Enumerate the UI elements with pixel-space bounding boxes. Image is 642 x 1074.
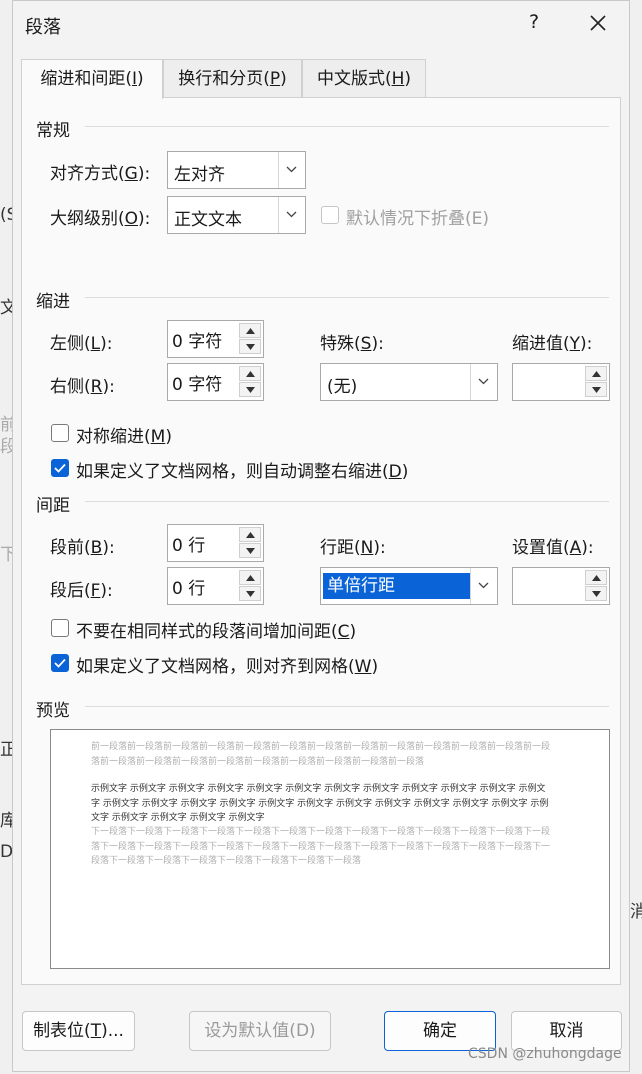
paragraph-dialog: 段落 ? 缩进和间距(I) 换行和分页(P) 中文版式(H) 常规 对齐方式(G… — [12, 0, 630, 1072]
arrow-up-icon — [246, 328, 255, 334]
decrement-button[interactable] — [239, 543, 261, 558]
divider — [85, 501, 609, 502]
auto-adjust-label: 如果定义了文档网格，则自动调整右缩进(D) — [76, 462, 409, 482]
increment-button[interactable] — [585, 366, 607, 381]
arrow-down-icon — [592, 387, 601, 393]
arrow-down-icon — [246, 344, 255, 350]
preview-heading: 预览 — [36, 701, 70, 721]
decrement-button[interactable] — [585, 382, 607, 397]
indent-by-label: 缩进值(Y): — [512, 334, 593, 354]
divider — [85, 126, 609, 127]
decrement-button[interactable] — [239, 339, 261, 354]
space-after-spinner[interactable]: 0 行 — [167, 567, 264, 605]
decrement-button[interactable] — [239, 586, 261, 601]
general-heading: 常规 — [36, 121, 70, 141]
alignment-select[interactable]: 左对齐 — [167, 151, 306, 189]
chevron-down-icon — [470, 568, 497, 604]
outline-label: 大纲级别(O): — [50, 209, 151, 229]
space-before-label: 段前(B): — [50, 538, 115, 558]
arrow-up-icon — [592, 575, 601, 581]
alignment-value: 左对齐 — [174, 165, 225, 185]
chevron-down-icon — [278, 152, 305, 188]
help-button[interactable]: ? — [523, 11, 545, 33]
chevron-down-icon — [470, 364, 497, 400]
indent-by-spinner[interactable] — [512, 363, 610, 401]
line-spacing-value: 单倍行距 — [323, 573, 471, 599]
close-button[interactable] — [585, 9, 611, 37]
left-indent-spinner[interactable]: 0 字符 — [167, 320, 264, 358]
arrow-up-icon — [246, 371, 255, 377]
space-before-value: 0 行 — [172, 536, 206, 556]
cancel-button[interactable]: 取消 — [511, 1011, 622, 1051]
indent-heading: 缩进 — [36, 292, 70, 312]
right-indent-spinner[interactable]: 0 字符 — [167, 363, 264, 401]
right-indent-label: 右侧(R): — [50, 377, 115, 397]
space-before-spinner[interactable]: 0 行 — [167, 524, 264, 562]
spacing-heading: 间距 — [36, 496, 70, 516]
preview-box: 前一段落前一段落前一段落前一段落前一段落前一段落前一段落前一段落前一段落前一段落… — [50, 729, 610, 969]
preview-next-paragraph: 下一段落下一段落下一段落下一段落下一段落下一段落下一段落下一段落下一段落下一段落… — [91, 827, 551, 866]
right-indent-value: 0 字符 — [172, 375, 223, 395]
decrement-button[interactable] — [239, 382, 261, 397]
arrow-down-icon — [592, 591, 601, 597]
space-after-value: 0 行 — [172, 579, 206, 599]
preview-previous-paragraph: 前一段落前一段落前一段落前一段落前一段落前一段落前一段落前一段落前一段落前一段落… — [91, 742, 551, 767]
at-spinner[interactable] — [512, 567, 610, 605]
special-label: 特殊(S): — [320, 334, 384, 354]
arrow-up-icon — [246, 532, 255, 538]
chevron-down-icon — [278, 197, 305, 233]
tab-line-page-breaks[interactable]: 换行和分页(P) — [163, 59, 302, 97]
watermark: CSDN @zhuhongdage — [468, 1046, 622, 1062]
outline-select[interactable]: 正文文本 — [167, 196, 306, 234]
tabs-button[interactable]: 制表位(T)... — [22, 1011, 135, 1051]
increment-button[interactable] — [239, 527, 261, 542]
checkmark-icon — [54, 463, 66, 473]
ok-button[interactable]: 确定 — [384, 1011, 496, 1051]
line-spacing-select[interactable]: 单倍行距 — [320, 567, 498, 605]
line-spacing-label: 行距(N): — [320, 538, 386, 558]
arrow-up-icon — [592, 371, 601, 377]
snap-to-grid-label: 如果定义了文档网格，则对齐到网格(W) — [76, 657, 379, 677]
background-text: 消 — [630, 902, 642, 922]
space-after-label: 段后(F): — [50, 581, 113, 601]
left-indent-value: 0 字符 — [172, 332, 223, 352]
outline-value: 正文文本 — [174, 210, 242, 230]
increment-button[interactable] — [239, 570, 261, 585]
left-indent-label: 左侧(L): — [50, 334, 113, 354]
dialog-title: 段落 — [25, 17, 61, 38]
collapse-checkbox[interactable] — [321, 206, 339, 224]
special-select[interactable]: (无) — [320, 363, 498, 401]
no-space-label: 不要在相同样式的段落间增加间距(C) — [76, 622, 357, 642]
checkmark-icon — [54, 658, 66, 668]
divider — [85, 297, 609, 298]
mirror-indents-checkbox[interactable] — [51, 424, 69, 442]
tab-indents-spacing[interactable]: 缩进和间距(I) — [21, 59, 163, 99]
increment-button[interactable] — [239, 366, 261, 381]
divider — [85, 706, 609, 707]
arrow-up-icon — [246, 575, 255, 581]
tab-asian-typography[interactable]: 中文版式(H) — [302, 59, 426, 97]
increment-button[interactable] — [239, 323, 261, 338]
decrement-button[interactable] — [585, 586, 607, 601]
arrow-down-icon — [246, 591, 255, 597]
arrow-down-icon — [246, 548, 255, 554]
special-value: (无) — [327, 377, 358, 397]
auto-adjust-checkbox[interactable] — [51, 459, 69, 477]
alignment-label: 对齐方式(G): — [50, 164, 151, 184]
increment-button[interactable] — [585, 570, 607, 585]
mirror-indents-label: 对称缩进(M) — [76, 427, 172, 447]
snap-to-grid-checkbox[interactable] — [51, 654, 69, 672]
collapse-label: 默认情况下折叠(E) — [346, 209, 490, 229]
arrow-down-icon — [246, 387, 255, 393]
preview-sample-paragraph: 示例文字 示例文字 示例文字 示例文字 示例文字 示例文字 示例文字 示例文字 … — [91, 784, 549, 823]
set-as-default-button[interactable]: 设为默认值(D) — [189, 1011, 331, 1051]
at-label: 设置值(A): — [512, 538, 594, 558]
no-space-checkbox[interactable] — [51, 619, 69, 637]
close-icon — [590, 15, 606, 31]
